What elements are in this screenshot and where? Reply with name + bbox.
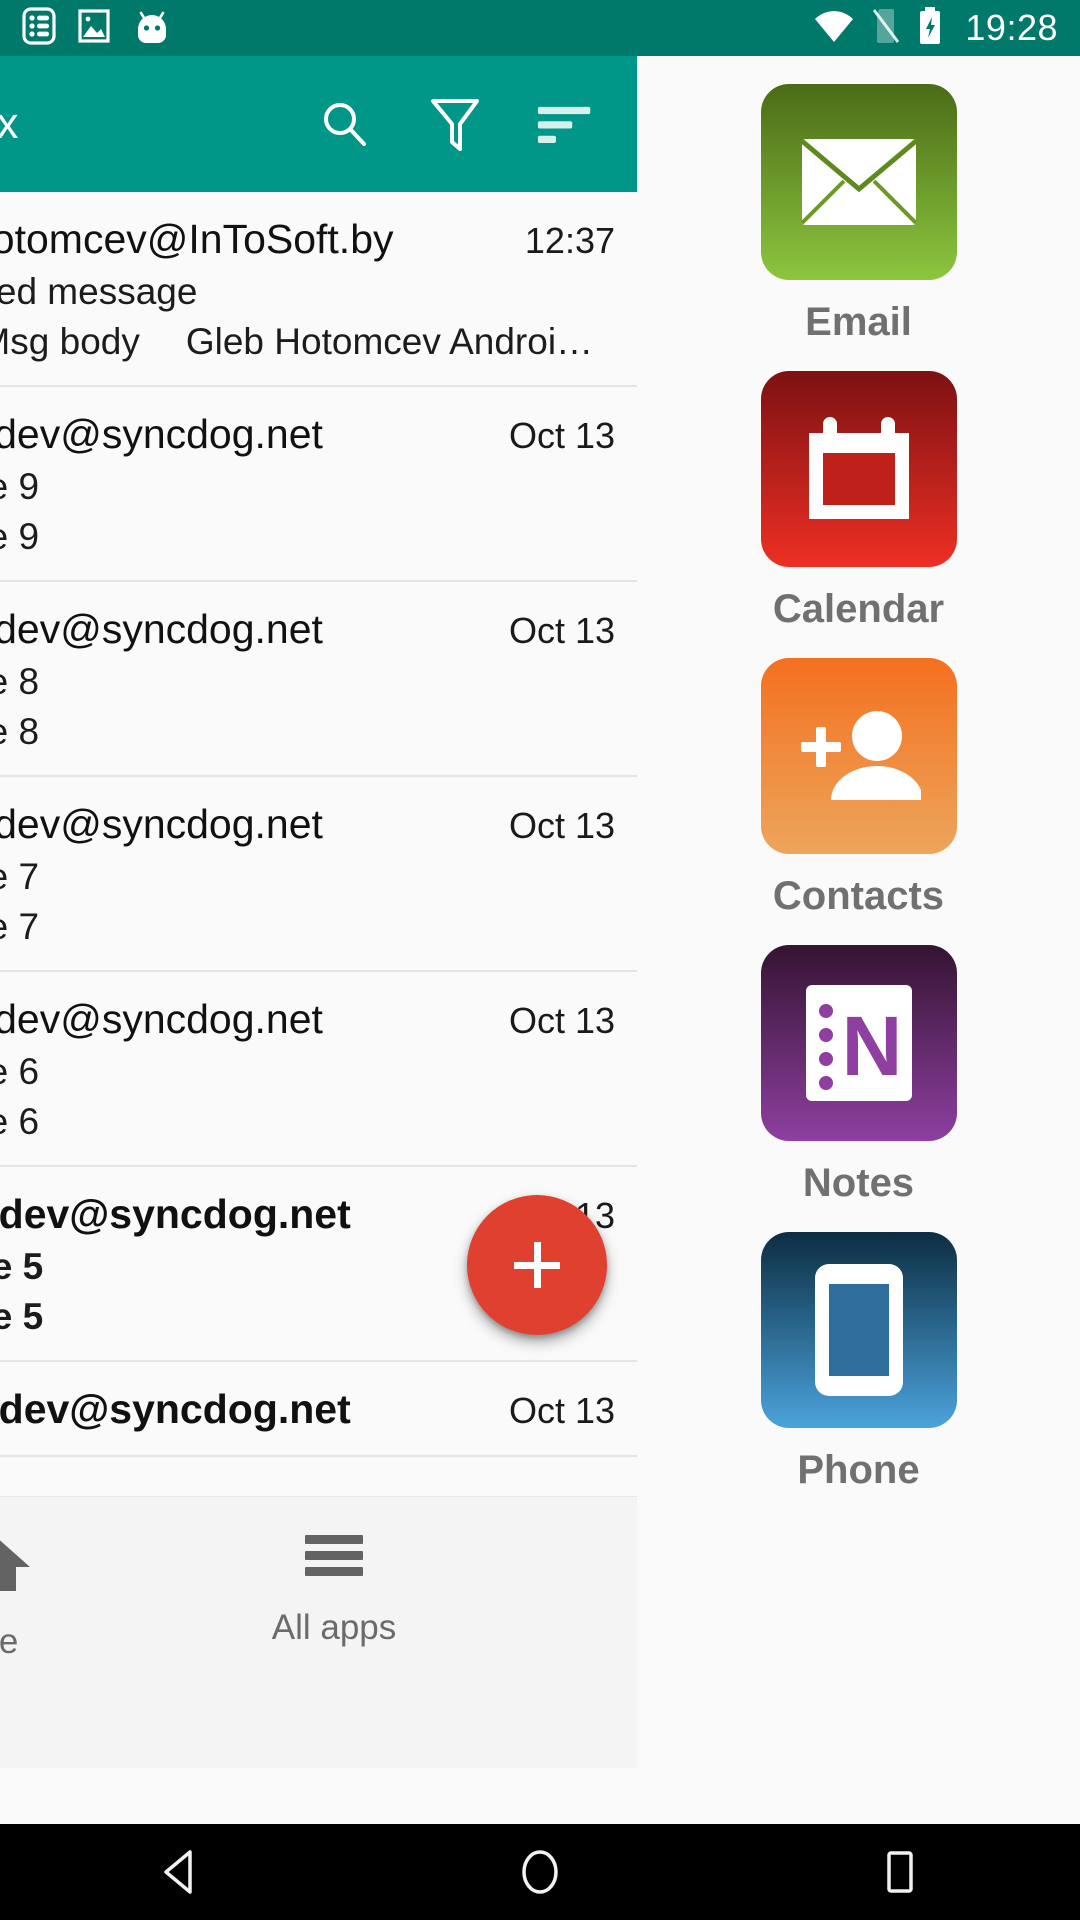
- email-subject: signed message: [0, 271, 198, 312]
- status-clock: 19:28: [965, 7, 1058, 48]
- app-drawer-item[interactable]: Email: [760, 84, 957, 345]
- search-icon[interactable]: [317, 96, 373, 152]
- email-subject: sage 8: [0, 661, 40, 702]
- email-date: Oct 13: [508, 1000, 615, 1041]
- email-snippet: sage 7: [0, 906, 40, 947]
- email-sender: geydev@syncdog.net: [0, 411, 323, 457]
- email-signature: Gleb Hotomcev Androi…: [185, 321, 594, 362]
- email-list-item[interactable]: geydev@syncdog.net Oct 13 sage 8 sage 8: [0, 582, 637, 777]
- home-button[interactable]: [480, 1824, 600, 1920]
- email-toolbar: ox: [0, 56, 637, 192]
- email-list-item[interactable]: geydev@syncdog.net Oct 13 sage 6 sage 6: [0, 972, 637, 1167]
- app-drawer-item-label: Phone: [797, 1448, 920, 1492]
- app-drawer-item[interactable]: Contacts: [760, 658, 957, 919]
- svg-text:N: N: [841, 999, 902, 1093]
- launcher-all-apps-label: All apps: [271, 1608, 397, 1647]
- android-nav-bar: [0, 1824, 1080, 1920]
- app-drawer-item-label: Contacts: [772, 874, 945, 918]
- sort-icon[interactable]: [537, 96, 593, 152]
- email-snippet: sage 8: [0, 711, 40, 752]
- email-list-item[interactable]: geydev@syncdog.net Oct 13: [0, 1362, 637, 1457]
- compose-fab[interactable]: [467, 1195, 607, 1335]
- calendar-icon[interactable]: [760, 371, 957, 567]
- email-sender: geydev@syncdog.net: [0, 801, 323, 847]
- app-drawer-item[interactable]: Phone: [760, 1232, 957, 1493]
- email-date: Oct 13: [508, 805, 615, 846]
- battery-charging-icon: [917, 6, 943, 51]
- screenshot-image-icon: [78, 7, 110, 50]
- email-list-item[interactable]: geydev@syncdog.net Oct 13 sage 9 sage 9: [0, 387, 637, 582]
- status-bar-left-icons: [22, 6, 172, 50]
- email-snippet: sage 6: [0, 1101, 40, 1142]
- email-list-item[interactable]: geydev@syncdog.net Oct 13 sage 7 sage 7: [0, 777, 637, 972]
- email-snippet: ed Msg body: [0, 321, 140, 362]
- email-sender: geydev@syncdog.net: [0, 1386, 351, 1432]
- email-sender: geydev@syncdog.net: [0, 1191, 351, 1237]
- phone-device-icon[interactable]: [760, 1232, 957, 1428]
- email-sender: geydev@syncdog.net: [0, 606, 323, 652]
- app-drawer-item-label: Calendar: [772, 587, 945, 631]
- plus-icon-vertical: [533, 1242, 541, 1288]
- email-subject: sage 6: [0, 1051, 40, 1092]
- no-sim-icon: [871, 7, 901, 50]
- status-bar: 19:28: [0, 0, 1080, 56]
- launcher-bottom-bar: me All apps: [0, 1496, 637, 1768]
- email-snippet: sage 9: [0, 516, 40, 557]
- email-date: Oct 13: [508, 415, 615, 456]
- email-sender: geydev@syncdog.net: [0, 996, 323, 1042]
- filter-icon[interactable]: [427, 96, 483, 152]
- android-screen: 19:28 ox: [0, 0, 1080, 1920]
- email-subject: sage 9: [0, 466, 40, 507]
- status-bar-right-icons: 19:28: [813, 6, 1058, 51]
- launcher-home-button[interactable]: me: [0, 1497, 34, 1662]
- person-add-icon[interactable]: [760, 658, 957, 854]
- email-list-item[interactable]: b.Hotomcev@InToSoft.by 12:37 signed messag…: [0, 192, 637, 387]
- app-drawer-item-label: Email: [805, 300, 912, 344]
- launcher-home-label: me: [0, 1622, 19, 1661]
- onenote-n-icon[interactable]: N: [760, 945, 957, 1141]
- back-button[interactable]: [120, 1824, 240, 1920]
- app-drawer-item[interactable]: N Notes: [760, 945, 957, 1206]
- email-date: 12:37: [524, 220, 615, 261]
- android-robot-icon: [132, 7, 172, 50]
- email-date: Oct 13: [508, 1390, 615, 1431]
- email-app-panel: ox: [0, 56, 637, 1496]
- recents-button[interactable]: [840, 1824, 960, 1920]
- app-drawer-sidebar[interactable]: Email Calendar Contacts N Notes Phone: [637, 56, 1080, 1824]
- email-subject: sage 7: [0, 856, 40, 897]
- launcher-all-apps-button[interactable]: All apps: [234, 1497, 434, 1648]
- email-date: Oct 13: [508, 610, 615, 651]
- toolbar-actions: [317, 96, 637, 152]
- hamburger-menu-icon: [303, 1531, 365, 1584]
- email-snippet: sage 5: [0, 1296, 44, 1337]
- app-drawer-item-label: Notes: [802, 1161, 915, 1205]
- envelope-icon[interactable]: [760, 84, 957, 280]
- app-drawer-item[interactable]: Calendar: [760, 371, 957, 632]
- wifi-icon: [813, 8, 855, 49]
- home-icon: [0, 1531, 34, 1598]
- list-log-icon: [22, 6, 56, 50]
- email-sender: b.Hotomcev@InToSoft.by: [0, 216, 394, 262]
- page-title: ox: [0, 99, 19, 148]
